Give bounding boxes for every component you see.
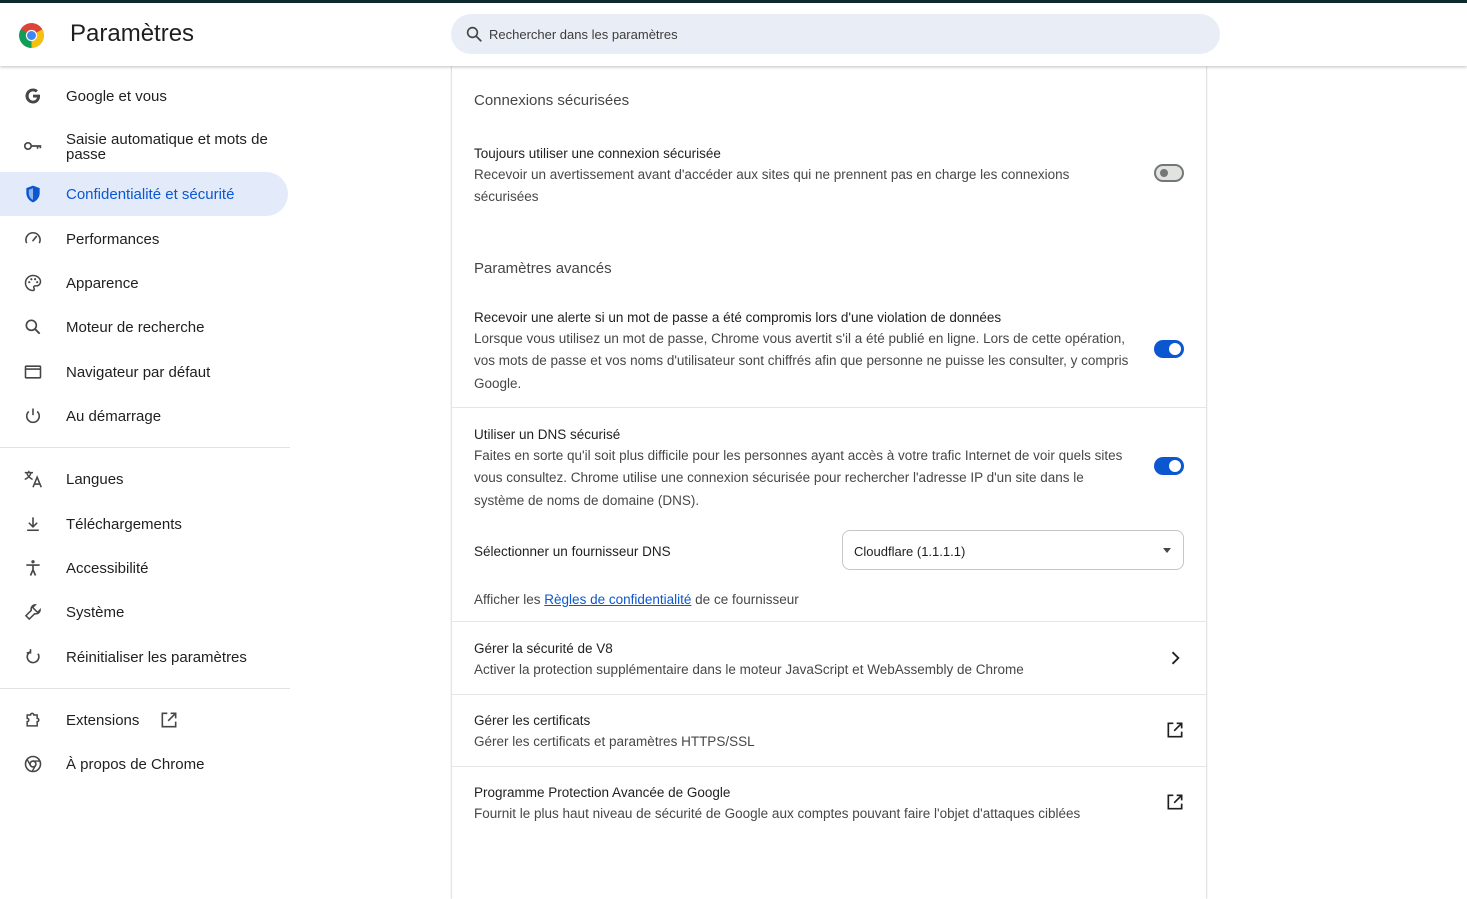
- sidebar-item-label: Langues: [66, 470, 124, 488]
- external-link-icon: [161, 712, 177, 728]
- sidebar: Google et vous Saisie automatique et mot…: [0, 66, 290, 899]
- sidebar-item-label: Réinitialiser les paramètres: [66, 648, 247, 666]
- always-https-toggle[interactable]: [1154, 164, 1184, 182]
- v8-security-desc: Activer la protection supplémentaire dan…: [474, 662, 1024, 677]
- sidebar-item-label: À propos de Chrome: [66, 755, 205, 773]
- password-leak-desc: Lorsque vous utilisez un mot de passe, C…: [474, 331, 1129, 391]
- external-link-icon: [1167, 794, 1183, 810]
- toggle-knob: [1160, 169, 1168, 177]
- certificates-title: Gérer les certificats: [474, 713, 591, 728]
- chevron-right-icon: [1171, 651, 1180, 665]
- sidebar-item-label: Google et vous: [66, 87, 167, 105]
- password-leak-toggle[interactable]: [1154, 340, 1184, 358]
- sidebar-item-performance[interactable]: Performances: [0, 217, 288, 261]
- sidebar-item-accessibility[interactable]: Accessibilité: [0, 546, 288, 590]
- download-icon: [22, 513, 44, 535]
- advanced-protection-row[interactable]: Programme Protection Avancée de Google F…: [452, 767, 1206, 839]
- sidebar-item-google[interactable]: Google et vous: [0, 74, 288, 118]
- sidebar-divider: [0, 447, 290, 448]
- search-input[interactable]: [489, 14, 1189, 54]
- sidebar-item-label: Apparence: [66, 274, 139, 292]
- dns-provider-select[interactable]: Cloudflare (1.1.1.1): [842, 530, 1184, 570]
- reset-icon: [22, 646, 44, 668]
- search-icon: [22, 316, 44, 338]
- search-bar[interactable]: [451, 14, 1220, 54]
- dns-policy-text: Afficher les Règles de confidentialité d…: [474, 592, 799, 607]
- sidebar-item-languages[interactable]: Langues: [0, 457, 288, 501]
- sidebar-item-reset[interactable]: Réinitialiser les paramètres: [0, 635, 288, 679]
- palette-icon: [22, 272, 44, 294]
- speedometer-icon: [22, 228, 44, 250]
- browser-window-icon: [22, 361, 44, 383]
- privacy-policy-link[interactable]: Règles de confidentialité: [544, 592, 691, 607]
- sidebar-item-extensions[interactable]: Extensions: [0, 698, 288, 742]
- sidebar-item-label: Accessibilité: [66, 559, 149, 577]
- sidebar-item-default-browser[interactable]: Navigateur par défaut: [0, 350, 288, 394]
- sidebar-item-label: Confidentialité et sécurité: [66, 185, 235, 203]
- sidebar-item-privacy[interactable]: Confidentialité et sécurité: [0, 172, 288, 216]
- always-https-desc: Recevoir un avertissement avant d'accéde…: [474, 167, 1070, 205]
- secure-dns-toggle[interactable]: [1154, 457, 1184, 475]
- section-title-secure-connections: Connexions sécurisées: [474, 92, 630, 109]
- external-link-icon: [1167, 722, 1183, 738]
- sidebar-item-about[interactable]: À propos de Chrome: [0, 742, 288, 786]
- certificates-desc: Gérer les certificats et paramètres HTTP…: [474, 734, 755, 749]
- page-title: Paramètres: [70, 20, 195, 47]
- sidebar-item-downloads[interactable]: Téléchargements: [0, 502, 288, 546]
- secure-dns-desc: Faites en sorte qu'il soit plus difficil…: [474, 448, 1123, 508]
- chrome-logo-icon: [19, 23, 44, 48]
- v8-security-title: Gérer la sécurité de V8: [474, 641, 613, 656]
- translate-icon: [22, 468, 44, 490]
- puzzle-icon: [22, 709, 44, 731]
- advanced-protection-desc: Fournit le plus haut niveau de sécurité …: [474, 806, 1081, 821]
- sidebar-item-label: Téléchargements: [66, 515, 182, 533]
- sidebar-item-label: Moteur de recherche: [66, 318, 205, 336]
- sidebar-item-system[interactable]: Système: [0, 590, 288, 634]
- v8-security-row[interactable]: Gérer la sécurité de V8 Activer la prote…: [452, 622, 1206, 694]
- toggle-knob: [1169, 460, 1181, 472]
- power-icon: [22, 405, 44, 427]
- sidebar-item-appearance[interactable]: Apparence: [0, 261, 288, 305]
- sidebar-item-search-engine[interactable]: Moteur de recherche: [0, 305, 288, 349]
- sidebar-divider: [0, 688, 290, 689]
- google-g-icon: [22, 85, 44, 107]
- sidebar-item-startup[interactable]: Au démarrage: [0, 394, 288, 438]
- dns-provider-value: Cloudflare (1.1.1.1): [854, 544, 966, 559]
- settings-card: Connexions sécurisées Toujours utiliser …: [452, 66, 1206, 899]
- sidebar-item-label: Extensions: [66, 711, 140, 729]
- sidebar-item-label: Au démarrage: [66, 407, 162, 425]
- sidebar-item-label: Saisie automatique et mots de passe: [66, 131, 268, 163]
- dns-provider-label: Sélectionner un fournisseur DNS: [474, 544, 671, 559]
- dns-policy-suffix: de ce fournisseur: [695, 592, 799, 607]
- accessibility-icon: [22, 557, 44, 579]
- key-icon: [22, 135, 44, 157]
- sidebar-item-label: Système: [66, 603, 125, 621]
- toggle-knob: [1169, 343, 1181, 355]
- row-separator: [452, 407, 1206, 408]
- search-icon: [466, 26, 482, 42]
- section-title-advanced: Paramètres avancés: [474, 260, 612, 277]
- password-leak-title: Recevoir une alerte si un mot de passe a…: [474, 310, 1002, 325]
- shield-icon: [22, 183, 44, 205]
- sidebar-item-label: Navigateur par défaut: [66, 363, 211, 381]
- header: Paramètres: [0, 3, 1467, 66]
- caret-down-icon: [1163, 548, 1171, 553]
- dns-policy-prefix: Afficher les: [474, 592, 541, 607]
- always-https-title: Toujours utiliser une connexion sécurisé…: [474, 146, 721, 161]
- sidebar-item-label: Performances: [66, 230, 160, 248]
- certificates-row[interactable]: Gérer les certificats Gérer les certific…: [452, 695, 1206, 767]
- sidebar-item-autofill[interactable]: Saisie automatique et mots de passe: [0, 124, 288, 168]
- chrome-icon: [22, 753, 44, 775]
- advanced-protection-title: Programme Protection Avancée de Google: [474, 785, 731, 800]
- wrench-icon: [22, 601, 44, 623]
- secure-dns-title: Utiliser un DNS sécurisé: [474, 427, 621, 442]
